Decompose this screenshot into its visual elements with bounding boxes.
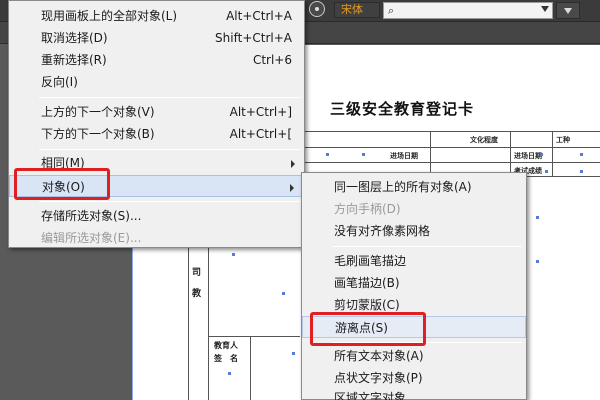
anchor-point[interactable] <box>540 153 543 156</box>
submenu-item-label: 方向手柄(D) <box>334 202 401 216</box>
submenu-item-all-text[interactable]: 所有文本对象(A) <box>302 345 526 367</box>
menu-item-save-selection[interactable]: 存储所选对象(S)... <box>9 205 304 227</box>
highlight-box-object <box>14 168 110 200</box>
menu-item-label: 重新选择(R) <box>41 53 107 67</box>
anchor-point[interactable] <box>292 352 295 355</box>
anchor-point[interactable] <box>362 153 365 156</box>
entry-date-label-2: 进场日期 <box>514 152 542 160</box>
educator-label: 教育人 <box>214 341 238 350</box>
font-search-input[interactable]: ⌕ <box>383 2 553 19</box>
submenu-item-label: 所有文本对象(A) <box>334 349 424 363</box>
anchor-point[interactable] <box>580 170 583 173</box>
highlight-box-stray-points <box>310 312 426 346</box>
menu-separator <box>332 246 522 247</box>
select-menu: 现用画板上的全部对象(L) Alt+Ctrl+A 取消选择(D) Shift+C… <box>8 0 305 248</box>
menu-item-shortcut: Alt+Ctrl+A <box>226 9 292 23</box>
side-char-1: 司 <box>192 268 202 278</box>
submenu-item-label: 点状文字对象(P) <box>334 371 423 385</box>
submenu-item-label: 同一图层上的所有对象(A) <box>334 180 472 194</box>
submenu-item-direction-handles[interactable]: 方向手柄(D) <box>302 198 526 220</box>
menu-item-shortcut: Shift+Ctrl+A <box>215 31 292 45</box>
menu-separator <box>39 149 301 150</box>
education-level-label: 文化程度 <box>470 136 498 144</box>
chevron-down-icon[interactable] <box>541 6 549 12</box>
anchor-point[interactable] <box>326 153 329 156</box>
submenu-item-point-text[interactable]: 点状文字对象(P) <box>302 367 526 389</box>
anchor-point[interactable] <box>536 216 539 219</box>
table-line <box>552 131 553 177</box>
anchor-point[interactable] <box>580 153 583 156</box>
submenu-item-bristle-brush[interactable]: 毛刷画笔描边 <box>302 250 526 272</box>
entry-date-label: 进场日期 <box>390 152 418 160</box>
menu-item-shortcut: Alt+Ctrl+] <box>229 105 292 119</box>
signature-label: 签 名 <box>214 354 238 363</box>
menu-separator <box>39 201 301 202</box>
menu-item-deselect[interactable]: 取消选择(D) Shift+Ctrl+A <box>9 27 304 49</box>
font-style-dropdown[interactable] <box>556 2 580 19</box>
menu-item-label: 上方的下一个对象(V) <box>41 105 155 119</box>
side-char-2: 教 <box>192 289 202 299</box>
submenu-item-label: 画笔描边(B) <box>334 276 400 290</box>
menu-item-edit-selection[interactable]: 编辑所选对象(E)... <box>9 227 304 249</box>
object-submenu: 同一图层上的所有对象(A) 方向手柄(D) 没有对齐像素网格 毛刷画笔描边 画笔… <box>301 172 527 400</box>
menu-separator <box>39 97 301 98</box>
menu-item-next-object-above[interactable]: 上方的下一个对象(V) Alt+Ctrl+] <box>9 101 304 123</box>
anchor-point[interactable] <box>282 292 285 295</box>
menu-item-label: 现用画板上的全部对象(L) <box>41 9 178 23</box>
anchor-point[interactable] <box>228 372 231 375</box>
menu-item-all-on-artboard[interactable]: 现用画板上的全部对象(L) Alt+Ctrl+A <box>9 5 304 27</box>
menu-item-shortcut: Ctrl+6 <box>252 53 292 67</box>
menu-item-label: 下方的下一个对象(B) <box>41 127 155 141</box>
menu-item-label: 编辑所选对象(E)... <box>41 231 142 245</box>
menu-item-label: 反向(I) <box>41 75 78 89</box>
table-line <box>250 336 251 400</box>
anchor-point[interactable] <box>536 260 539 263</box>
chevron-right-icon <box>291 160 295 168</box>
document-title: 三级安全教育登记卡 <box>330 100 475 118</box>
menu-item-shortcut: Alt+Ctrl+[ <box>229 127 292 141</box>
menu-item-reselect[interactable]: 重新选择(R) Ctrl+6 <box>9 49 304 71</box>
table-line <box>208 336 300 337</box>
submenu-item-label: 没有对齐像素网格 <box>334 224 431 238</box>
chevron-right-icon <box>290 184 294 192</box>
submenu-item-brush-strokes[interactable]: 画笔描边(B) <box>302 272 526 294</box>
anchor-point[interactable] <box>232 253 235 256</box>
table-line <box>510 131 511 177</box>
menu-item-next-object-below[interactable]: 下方的下一个对象(B) Alt+Ctrl+[ <box>9 123 304 145</box>
work-type-label: 工种 <box>556 136 570 144</box>
menu-item-inverse[interactable]: 反向(I) <box>9 71 304 93</box>
submenu-item-label: 毛刷画笔描边 <box>334 254 407 268</box>
table-line <box>430 131 431 177</box>
submenu-item-label: 区域文字对象 <box>334 391 407 400</box>
anchor-point[interactable] <box>545 170 548 173</box>
font-family-label[interactable]: 宋体 <box>334 2 380 18</box>
menu-item-label: 存储所选对象(S)... <box>41 209 142 223</box>
recolor-icon[interactable] <box>309 1 325 17</box>
search-icon: ⌕ <box>388 4 395 17</box>
submenu-item-same-layer[interactable]: 同一图层上的所有对象(A) <box>302 176 526 198</box>
menu-item-label: 取消选择(D) <box>41 31 108 45</box>
submenu-item-area-text[interactable]: 区域文字对象 <box>302 387 526 400</box>
submenu-item-not-pixel-aligned[interactable]: 没有对齐像素网格 <box>302 220 526 242</box>
